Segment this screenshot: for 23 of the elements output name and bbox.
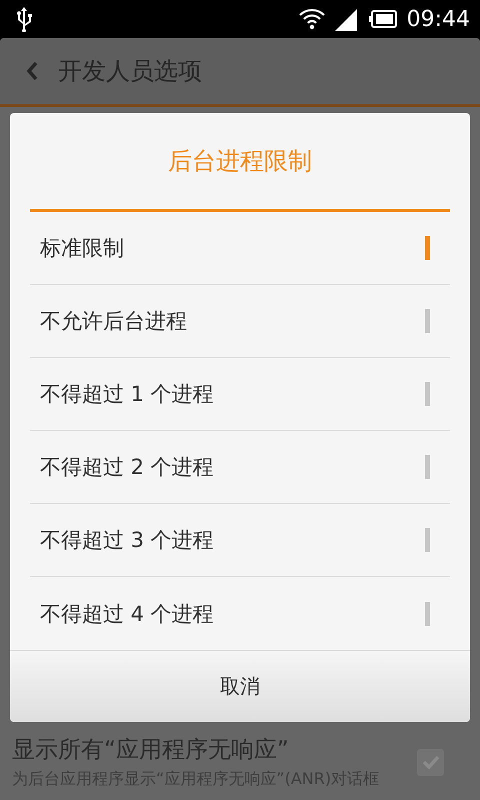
radio-indicator[interactable] <box>425 602 430 626</box>
option-label[interactable]: 标准限制 <box>40 234 124 262</box>
cancel-button[interactable]: 取消 <box>10 650 470 722</box>
option-label[interactable]: 不得超过 4 个进程 <box>40 600 214 628</box>
checkbox[interactable] <box>417 748 444 776</box>
wifi-icon <box>298 8 325 30</box>
dialog-title: 后台进程限制 <box>30 113 450 212</box>
radio-indicator[interactable] <box>425 455 430 479</box>
radio-indicator[interactable] <box>425 382 430 406</box>
option-label[interactable]: 不得超过 2 个进程 <box>40 453 214 481</box>
option-label[interactable]: 不得超过 1 个进程 <box>40 380 214 408</box>
back-icon[interactable] <box>26 61 38 81</box>
radio-indicator[interactable] <box>425 528 430 552</box>
radio-indicator[interactable] <box>425 309 430 333</box>
page-title: 开发人员选项 <box>58 56 202 87</box>
option-label[interactable]: 不得超过 3 个进程 <box>40 526 214 554</box>
battery-icon <box>368 10 397 28</box>
signal-icon <box>334 7 359 31</box>
usb-icon <box>14 6 34 32</box>
status-time: 09:44 <box>406 6 470 32</box>
radio-indicator[interactable] <box>425 236 430 260</box>
option-label[interactable]: 不允许后台进程 <box>40 307 187 335</box>
setting-title: 显示所有“应用程序无响应” <box>12 736 290 766</box>
